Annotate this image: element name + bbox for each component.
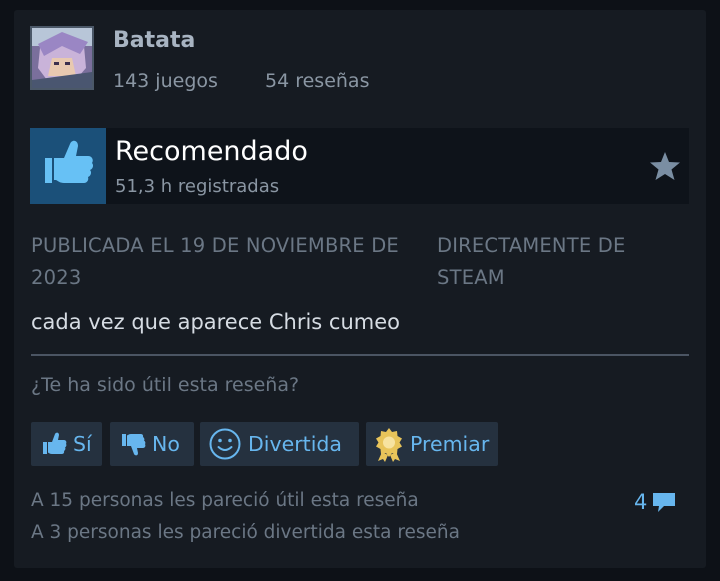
avatar[interactable]: [30, 26, 94, 90]
vote-yes-label: Sí: [73, 432, 92, 456]
thumbs-up-icon: [45, 140, 94, 183]
thumbs-up-icon: [43, 432, 67, 454]
vote-funny-label: Divertida: [248, 432, 342, 456]
games-count-link[interactable]: 143 juegos: [113, 70, 218, 92]
award-medal-icon: [376, 428, 402, 462]
review-body: cada vez que aparece Chris cumeo: [31, 310, 401, 334]
thumbs-down-icon: [122, 434, 146, 456]
speech-bubble-icon: [653, 493, 676, 512]
helpful-question: ¿Te ha sido útil esta reseña?: [31, 374, 300, 396]
thumbs-up-tile: [30, 128, 106, 204]
award-button[interactable]: Premiar: [366, 422, 498, 466]
published-date: PUBLICADA EL 19 DE NOVIEMBRE DE 2023: [31, 234, 399, 289]
vote-no-label: No: [152, 432, 180, 456]
comment-count: 4: [634, 490, 648, 514]
comments-link[interactable]: 4: [634, 490, 677, 514]
star-icon[interactable]: [649, 151, 681, 181]
reviews-count-link[interactable]: 54 reseñas: [265, 70, 369, 92]
funny-count: A 3 personas les pareció divertida esta …: [31, 522, 460, 543]
helpful-count: A 15 personas les pareció útil esta rese…: [31, 490, 419, 511]
vote-funny-button[interactable]: Divertida: [200, 422, 359, 466]
smiley-icon: [209, 428, 241, 460]
vote-no-button[interactable]: No: [110, 422, 194, 466]
hours-played: 51,3 h registradas: [115, 176, 280, 197]
purchase-source: DIRECTAMENTE DE STEAM: [437, 234, 626, 289]
recommendation-title: Recomendado: [115, 136, 308, 167]
vote-yes-button[interactable]: Sí: [31, 422, 102, 466]
username[interactable]: Batata: [113, 28, 195, 53]
award-label: Premiar: [410, 432, 490, 456]
recommendation-banner[interactable]: Recomendado 51,3 h registradas: [30, 128, 689, 204]
avatar-image: [32, 28, 92, 88]
divider: [31, 354, 689, 356]
